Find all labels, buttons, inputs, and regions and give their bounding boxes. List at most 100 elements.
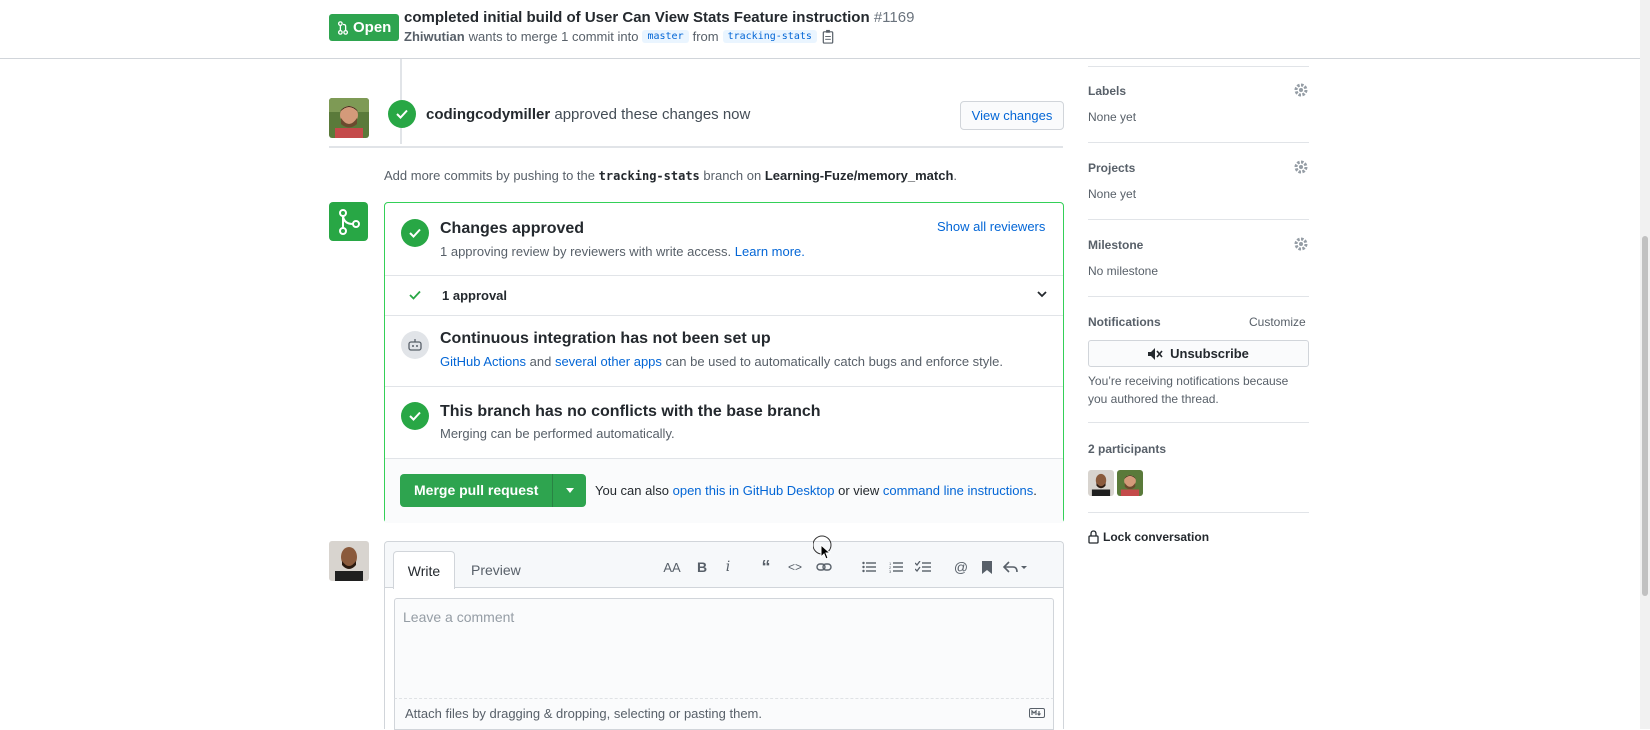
labels-heading[interactable]: Labels	[1088, 84, 1126, 98]
sidebar-separator	[1088, 422, 1309, 423]
reviewer-avatar[interactable]	[329, 98, 369, 138]
show-all-reviewers-link[interactable]: Show all reviewers	[937, 219, 1045, 234]
task-list-icon[interactable]	[913, 558, 933, 576]
bulleted-list-icon[interactable]	[859, 558, 879, 576]
sidebar-separator	[1088, 66, 1309, 67]
projects-gear-icon[interactable]	[1293, 159, 1309, 175]
add-commits-repo[interactable]: Learning-Fuze/memory_match	[765, 168, 954, 183]
sidebar-separator	[1088, 219, 1309, 220]
markdown-icon[interactable]	[1029, 708, 1045, 718]
github-actions-link[interactable]: GitHub Actions	[440, 354, 526, 369]
text-size-icon[interactable]: AA	[662, 558, 682, 576]
ci-and: and	[529, 354, 552, 369]
bold-icon[interactable]: B	[692, 558, 712, 576]
pr-number: #1169	[873, 9, 915, 26]
projects-heading[interactable]: Projects	[1088, 161, 1135, 175]
milestone-heading[interactable]: Milestone	[1088, 238, 1143, 252]
from-text: from	[692, 29, 719, 44]
labels-gear-icon[interactable]	[1293, 82, 1309, 98]
numbered-list-icon[interactable]: 123	[886, 558, 906, 576]
comment-textarea[interactable]: Leave a comment	[394, 598, 1054, 699]
also-text: You can also	[595, 483, 669, 498]
milestone-value: No milestone	[1088, 264, 1159, 278]
conflicts-sub: Merging can be performed automatically.	[440, 426, 675, 441]
customize-link[interactable]: Customize	[1249, 315, 1306, 329]
mouse-cursor-icon	[813, 535, 832, 560]
learn-more-link[interactable]: Learn more.	[735, 244, 805, 259]
attach-files-text: Attach files by dragging & dropping, sel…	[405, 706, 762, 721]
ci-section: Continuous integration has not been set …	[385, 315, 1063, 386]
mention-icon[interactable]: @	[951, 558, 971, 576]
page-scrollbar[interactable]	[1640, 0, 1650, 729]
chevron-down-icon[interactable]	[1037, 290, 1047, 298]
unsubscribe-button[interactable]: Unsubscribe	[1088, 340, 1309, 367]
conflicts-section: This branch has no conflicts with the ba…	[385, 386, 1063, 458]
approved-check-icon	[388, 100, 416, 128]
command-line-link[interactable]: command line instructions	[883, 483, 1033, 498]
period-text: .	[1033, 483, 1037, 498]
review-action: approved these changes now	[554, 106, 751, 123]
reviewer-name[interactable]: codingcodymiller	[426, 106, 550, 123]
add-commits-branch: tracking-stats	[598, 169, 700, 183]
labels-value: None yet	[1088, 110, 1137, 124]
sidebar-separator	[1088, 142, 1309, 143]
git-merge-icon	[329, 202, 368, 241]
tab-write[interactable]: Write	[393, 551, 455, 589]
changes-approved-title: Changes approved	[440, 220, 585, 237]
notifications-heading: Notifications	[1088, 315, 1161, 329]
current-user-avatar[interactable]	[329, 541, 369, 581]
projects-value: None yet	[1088, 187, 1137, 201]
pr-title-text[interactable]: completed initial build of User Can View…	[404, 9, 870, 26]
clipboard-icon[interactable]	[821, 29, 835, 44]
caret-down-icon	[565, 488, 574, 493]
participant-avatar[interactable]	[1088, 470, 1114, 496]
reply-icon[interactable]	[1002, 558, 1030, 576]
participant-avatar[interactable]	[1117, 470, 1143, 496]
no-conflicts-icon	[401, 402, 429, 430]
review-event: codingcodymiller approved these changes …	[426, 106, 750, 123]
pr-meta-text: wants to merge 1 commit into	[468, 29, 639, 44]
github-desktop-link[interactable]: open this in GitHub Desktop	[673, 483, 835, 498]
notifications-reason-line1: You’re receiving notifications because	[1088, 374, 1289, 388]
sidebar-separator	[1088, 296, 1309, 297]
mute-icon	[1148, 347, 1163, 360]
merge-button-group: Merge pull request	[400, 474, 587, 507]
view-changes-button[interactable]: View changes	[960, 101, 1064, 130]
scrollbar-thumb[interactable]	[1642, 236, 1648, 596]
comment-toolbar: Write Preview AA B i “ <> 123 @	[385, 542, 1063, 589]
head-branch[interactable]: tracking-stats	[722, 30, 817, 43]
approval-check-icon	[409, 290, 421, 300]
conflicts-title: This branch has no conflicts with the ba…	[440, 403, 821, 420]
notifications-reason: You’re receiving notifications because y…	[1088, 372, 1288, 408]
milestone-gear-icon[interactable]	[1293, 236, 1309, 252]
merge-actions: Merge pull request You can also open thi…	[385, 458, 1063, 523]
approval-row[interactable]: 1 approval	[385, 275, 1063, 315]
other-apps-link[interactable]: several other apps	[555, 354, 662, 369]
lock-icon	[1088, 530, 1099, 544]
merge-options-dropdown[interactable]	[553, 474, 586, 507]
tab-preview[interactable]: Preview	[471, 562, 521, 578]
merge-pull-request-button[interactable]: Merge pull request	[400, 474, 554, 507]
pr-state-badge: Open	[329, 14, 400, 41]
participants-heading: 2 participants	[1088, 442, 1167, 456]
pr-meta: Zhiwutian wants to merge 1 commit into m…	[404, 29, 835, 44]
lock-conversation[interactable]: Lock conversation	[1088, 530, 1209, 544]
pr-title[interactable]: completed initial build of User Can View…	[404, 9, 914, 26]
quote-icon[interactable]: “	[756, 557, 776, 577]
approved-sub-text: 1 approving review by reviewers with wri…	[440, 244, 732, 259]
pr-author[interactable]: Zhiwutian	[404, 29, 465, 44]
comment-composer: Write Preview AA B i “ <> 123 @ Leave a …	[384, 541, 1064, 730]
add-commits-mid: branch on	[703, 168, 762, 183]
code-icon[interactable]: <>	[785, 558, 805, 576]
italic-icon[interactable]: i	[718, 558, 738, 576]
merge-alternatives: You can also open this in GitHub Desktop…	[595, 483, 1037, 498]
add-commits-prefix: Add more commits by pushing to the	[384, 168, 595, 183]
attach-files-bar[interactable]: Attach files by dragging & dropping, sel…	[394, 699, 1054, 730]
base-branch[interactable]: master	[642, 30, 689, 43]
unsubscribe-label: Unsubscribe	[1170, 346, 1249, 361]
or-view-text: or view	[838, 483, 880, 498]
sidebar-separator	[1088, 512, 1309, 513]
ci-sub: GitHub Actions and several other apps ca…	[440, 354, 1003, 369]
sticky-pr-header: Open completed initial build of User Can…	[0, 0, 1640, 59]
bookmark-icon[interactable]	[977, 558, 997, 576]
